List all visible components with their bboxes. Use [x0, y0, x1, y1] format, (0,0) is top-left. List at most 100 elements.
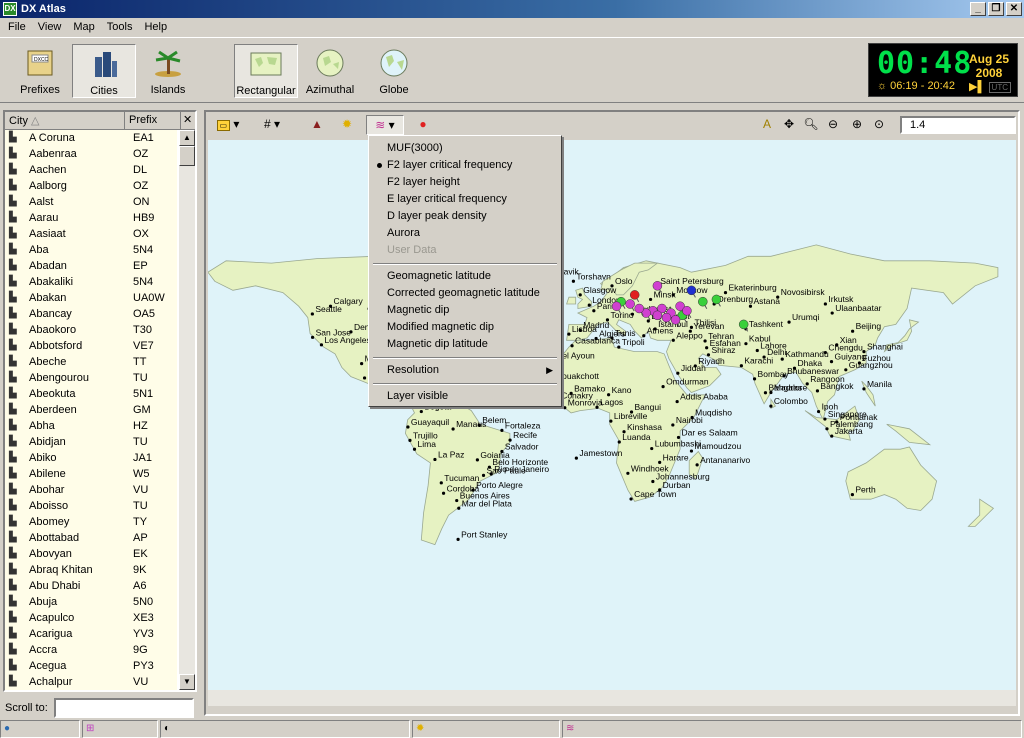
list-item[interactable]: ▙ Abadan EP	[5, 258, 177, 274]
city-dot[interactable]	[705, 346, 709, 350]
city-dot[interactable]	[310, 335, 315, 339]
city-label[interactable]: Antananarivo	[700, 455, 750, 465]
city-dot[interactable]	[830, 434, 834, 438]
city-dot[interactable]	[408, 438, 412, 442]
menu-item-magnetic-dip[interactable]: Magnetic dip	[371, 302, 559, 319]
city-label[interactable]: Sao Paulo	[487, 465, 526, 475]
list-item[interactable]: ▙ Aasiaat OX	[5, 226, 177, 242]
city-label[interactable]: La Paz	[438, 449, 464, 459]
menu-item-d-layer-peak-density[interactable]: D layer peak density	[371, 208, 559, 225]
city-label[interactable]: Bangkok	[820, 381, 854, 391]
city-label[interactable]: Nairobi	[676, 415, 703, 425]
zoom-in-button[interactable]: ⊕	[846, 115, 868, 135]
map-pin[interactable]	[670, 315, 681, 325]
city-dot[interactable]	[695, 463, 699, 467]
city-dot[interactable]	[617, 345, 621, 349]
city-label[interactable]: Oslo	[615, 276, 633, 286]
menu-item-f2-layer-height[interactable]: F2 layer height	[371, 174, 559, 191]
city-dot[interactable]	[456, 537, 460, 541]
list-item[interactable]: ▙ Accra 9G	[5, 642, 177, 658]
city-label[interactable]: Kinshasa	[627, 422, 662, 432]
list-item[interactable]: ▙ Aba 5N4	[5, 242, 177, 258]
city-label[interactable]: Jamestown	[579, 448, 622, 458]
city-dot[interactable]	[815, 389, 820, 393]
city-label[interactable]: Fortaleza	[505, 420, 541, 430]
cities-button[interactable]: Cities	[72, 44, 136, 98]
city-dot[interactable]	[419, 409, 423, 414]
list-item[interactable]: ▙ Abu Dhabi A6	[5, 578, 177, 594]
menu-item-magnetic-dip-latitude[interactable]: Magnetic dip latitude	[371, 336, 559, 353]
city-label[interactable]: Perth	[855, 485, 876, 495]
city-label[interactable]: Jakarta	[835, 426, 863, 436]
horizontal-scrollbar[interactable]	[208, 690, 1016, 706]
city-label[interactable]: Recife	[513, 430, 537, 440]
list-item[interactable]: ▙ Acarigua YV3	[5, 626, 177, 642]
city-dot[interactable]	[671, 293, 675, 297]
maximize-button[interactable]: ❐	[988, 2, 1004, 16]
city-label[interactable]: el Ayoun	[562, 350, 595, 360]
map-pin[interactable]	[652, 281, 663, 291]
menu-item-muf-3000[interactable]: MUF(3000)	[371, 140, 559, 157]
city-dot[interactable]	[648, 297, 653, 302]
globe-button[interactable]: Globe	[362, 44, 426, 98]
zoom-out-button[interactable]: ⊖	[822, 115, 844, 135]
ionosphere-layer-button[interactable]: ≋ ▾	[366, 115, 404, 135]
city-dot[interactable]	[675, 399, 679, 404]
list-item[interactable]: ▙ Aarau HB9	[5, 210, 177, 226]
city-dot[interactable]	[782, 374, 786, 378]
map-pin[interactable]	[698, 296, 708, 307]
list-item[interactable]: ▙ Acapulco XE3	[5, 610, 177, 626]
city-label[interactable]: Shanghai	[867, 342, 903, 352]
city-label[interactable]: Tripoli	[622, 337, 645, 347]
city-dot[interactable]	[763, 391, 768, 395]
city-dot[interactable]	[830, 311, 834, 315]
menu-item-aurora[interactable]: Aurora	[371, 225, 559, 242]
city-dot[interactable]	[412, 447, 417, 451]
menu-item-geomagnetic-latitude[interactable]: Geomagnetic latitude	[371, 268, 559, 285]
city-dot[interactable]	[451, 427, 455, 431]
city-dot[interactable]	[829, 360, 834, 364]
city-dot[interactable]	[851, 329, 855, 333]
grid-button[interactable]: # ▾	[254, 115, 290, 135]
menu-item-e-layer-critical-frequency[interactable]: E layer critical frequency	[371, 191, 559, 208]
city-dot[interactable]	[362, 376, 367, 380]
city-dot[interactable]	[689, 449, 694, 453]
city-label[interactable]: Astana	[753, 296, 780, 306]
city-label[interactable]: Bangui	[635, 402, 662, 412]
city-dot[interactable]	[844, 368, 848, 372]
city-dot[interactable]	[787, 320, 791, 324]
city-label[interactable]: Seattle	[315, 304, 342, 314]
menu-view[interactable]: View	[32, 21, 68, 33]
city-label[interactable]: Shiraz	[711, 345, 735, 355]
city-dot[interactable]	[744, 342, 748, 346]
city-label[interactable]: Mar del Plata	[462, 498, 512, 508]
list-item[interactable]: ▙ Abengourou TU	[5, 370, 177, 386]
close-button[interactable]: ✕	[1006, 2, 1022, 16]
city-dot[interactable]	[406, 425, 410, 429]
compass-button[interactable]: A	[756, 115, 778, 135]
close-list-icon[interactable]: ✕	[181, 112, 195, 129]
play-icon[interactable]: ▶▌	[969, 80, 985, 93]
scroll-down-button[interactable]: ▼	[179, 674, 195, 690]
city-dot[interactable]	[630, 312, 635, 316]
city-list[interactable]: City △ Prefix ✕ ▙ A Coruna EA1 ▙ Aabenraa OZ ▙…	[3, 110, 197, 692]
city-dot[interactable]	[563, 406, 567, 410]
city-label[interactable]: Ulaanbaatar	[835, 303, 881, 313]
menu-item-corrected-geomagnetic-latitude[interactable]: Corrected geomagnetic latitude	[371, 285, 559, 302]
map-pin[interactable]	[711, 294, 722, 305]
city-dot[interactable]	[816, 409, 821, 414]
list-item[interactable]: ▙ Abbotsford VE7	[5, 338, 177, 354]
city-label[interactable]: Ekaterinburg	[729, 283, 777, 293]
city-dot[interactable]	[475, 458, 479, 462]
city-dot[interactable]	[792, 366, 797, 370]
city-label[interactable]: Nouakchott	[556, 371, 600, 381]
city-dot[interactable]	[629, 410, 634, 414]
city-label[interactable]: Torino	[610, 310, 633, 320]
city-dot[interactable]	[609, 419, 613, 423]
city-dot[interactable]	[752, 377, 757, 381]
city-label[interactable]: Lagos	[600, 397, 623, 407]
city-label[interactable]: Novosibirsk	[781, 287, 826, 297]
city-dot[interactable]	[310, 312, 314, 316]
menu-tools[interactable]: Tools	[101, 21, 139, 33]
city-dot[interactable]	[850, 493, 854, 497]
